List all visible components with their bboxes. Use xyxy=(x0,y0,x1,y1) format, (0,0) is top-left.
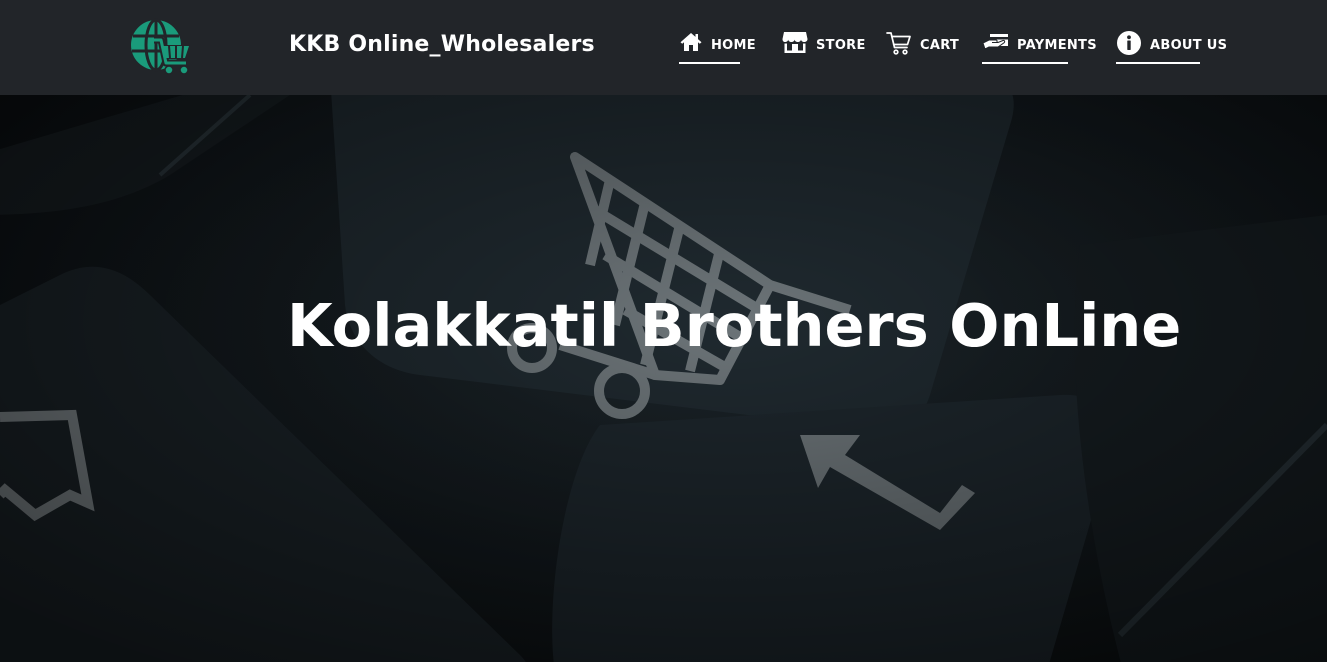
store-icon xyxy=(782,30,808,56)
nav-store[interactable]: STORE xyxy=(782,30,866,65)
main-nav: HOME STORE CART PAYMENTS ABOUT US xyxy=(0,0,1327,95)
nav-payments-label: PAYMENTS xyxy=(1017,38,1097,53)
hero-title: Kolakkatil Brothers OnLine xyxy=(287,291,1182,360)
nav-about-us-label: ABOUT US xyxy=(1150,38,1228,53)
nav-home-label: HOME xyxy=(711,38,756,53)
payment-card-icon xyxy=(982,30,1009,56)
info-icon xyxy=(1116,30,1142,56)
home-icon xyxy=(679,30,703,56)
keyboard-cart-background-image xyxy=(0,95,1327,662)
nav-payments[interactable]: PAYMENTS xyxy=(982,30,1097,65)
top-navbar: KKB Online_Wholesalers HOME STORE CART P… xyxy=(0,0,1327,95)
site-logo[interactable] xyxy=(128,18,192,76)
hero-banner: Kolakkatil Brothers OnLine xyxy=(0,95,1327,662)
cart-icon xyxy=(886,30,912,56)
globe-cart-icon xyxy=(131,18,190,75)
nav-home[interactable]: HOME xyxy=(679,30,756,65)
page: KKB Online_Wholesalers HOME STORE CART P… xyxy=(0,0,1327,662)
nav-cart-label: CART xyxy=(920,38,960,53)
nav-about-us[interactable]: ABOUT US xyxy=(1116,30,1227,65)
nav-cart[interactable]: CART xyxy=(886,30,960,65)
nav-store-label: STORE xyxy=(816,38,866,53)
brand-name[interactable]: KKB Online_Wholesalers xyxy=(289,32,595,57)
